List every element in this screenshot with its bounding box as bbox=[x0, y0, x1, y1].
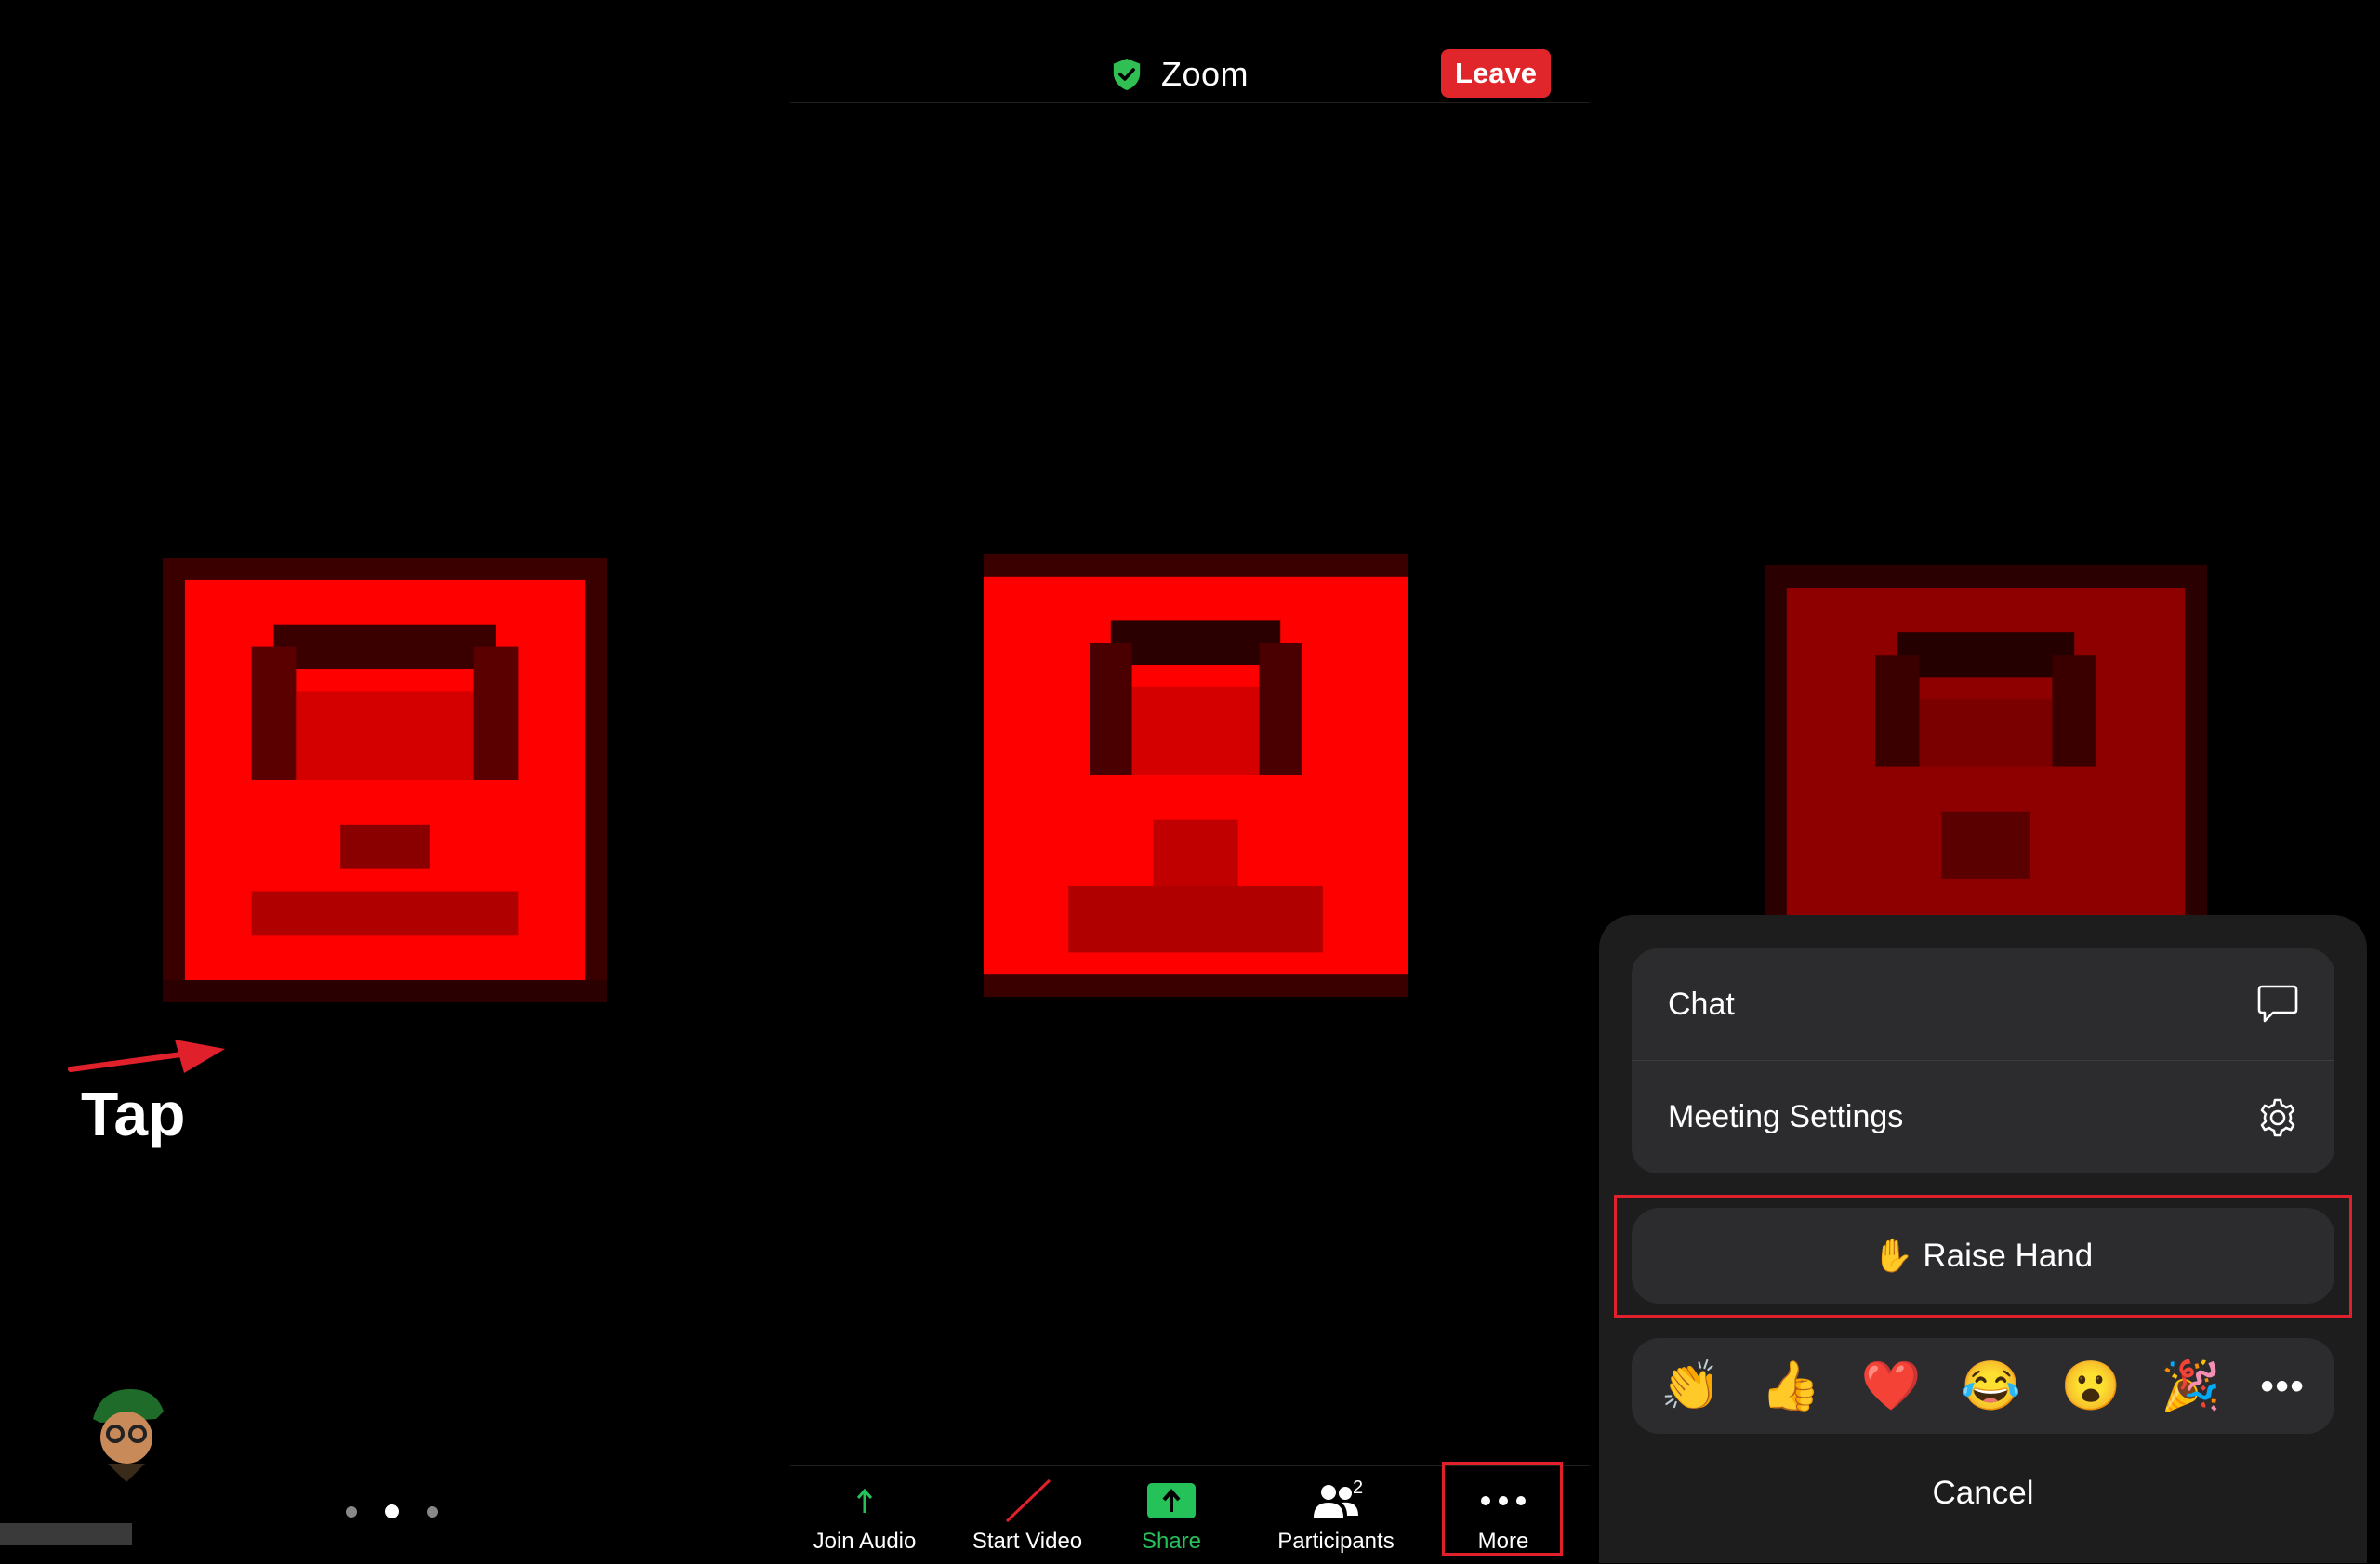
party-reaction-icon[interactable]: 🎉 bbox=[2161, 1362, 2221, 1411]
laugh-reaction-icon[interactable]: 😂 bbox=[1961, 1362, 2021, 1411]
arrow-up-icon bbox=[856, 1488, 873, 1513]
tap-arrow-annotation bbox=[68, 1040, 225, 1073]
join-audio-label: Join Audio bbox=[813, 1529, 917, 1554]
participants-count-badge: 2 bbox=[1353, 1478, 1364, 1498]
surprised-reaction-icon[interactable]: 😮 bbox=[2061, 1362, 2122, 1411]
shield-check-icon bbox=[1113, 59, 1141, 90]
start-video-label: Start Video bbox=[972, 1529, 1083, 1554]
page-dot-active[interactable] bbox=[385, 1504, 399, 1518]
start-video-button[interactable]: Start Video bbox=[967, 1466, 1088, 1564]
logo-icon bbox=[93, 1389, 164, 1482]
tap-annotation-label: Tap bbox=[81, 1080, 186, 1148]
share-button[interactable]: Share bbox=[1125, 1466, 1218, 1564]
share-screen-icon bbox=[1147, 1483, 1196, 1518]
top-bar: Zoom Leave bbox=[790, 0, 1590, 103]
clap-reaction-icon[interactable]: 👏 bbox=[1660, 1362, 1721, 1411]
meeting-title[interactable]: Zoom bbox=[1111, 51, 1249, 98]
video-off-icon bbox=[1005, 1478, 1051, 1523]
participant-video-tile[interactable] bbox=[163, 558, 607, 1002]
thumbs-up-reaction-icon[interactable]: 👍 bbox=[1761, 1362, 1821, 1411]
chat-bubble-icon bbox=[2257, 985, 2298, 1023]
meeting-settings-label: Meeting Settings bbox=[1668, 1099, 1904, 1134]
participants-button[interactable]: 2 Participants bbox=[1271, 1466, 1401, 1564]
page-dot[interactable] bbox=[346, 1505, 357, 1518]
participants-label: Participants bbox=[1277, 1529, 1395, 1554]
heart-reaction-icon[interactable]: ❤️ bbox=[1860, 1362, 1921, 1411]
cancel-button[interactable]: Cancel bbox=[1599, 1467, 2367, 1519]
page-indicator[interactable] bbox=[346, 1504, 438, 1518]
participant-video-tile[interactable] bbox=[984, 554, 1408, 997]
share-label: Share bbox=[1141, 1529, 1202, 1554]
gear-icon bbox=[2260, 1098, 2295, 1136]
leave-button[interactable]: Leave bbox=[1441, 49, 1551, 98]
join-audio-button[interactable]: Join Audio bbox=[809, 1466, 920, 1564]
more-highlight-box bbox=[1442, 1462, 1563, 1556]
chat-label: Chat bbox=[1668, 986, 1735, 1022]
more-reactions-icon[interactable]: ••• bbox=[2261, 1368, 2306, 1405]
page-dot[interactable] bbox=[427, 1505, 438, 1518]
reactions-row: 👏 👍 ❤️ 😂 😮 🎉 ••• bbox=[1632, 1338, 2334, 1434]
meeting-settings-menu-item[interactable]: Meeting Settings bbox=[1632, 1061, 2334, 1173]
watermark-bar bbox=[0, 1523, 132, 1545]
chat-menu-item[interactable]: Chat bbox=[1632, 948, 2334, 1061]
meeting-title-text: Zoom bbox=[1161, 55, 1250, 93]
more-action-sheet: Chat Meeting Settings ✋ Raise Hand 👏 👍 ❤… bbox=[1599, 915, 2367, 1563]
participant-video-tile[interactable] bbox=[1765, 565, 2207, 923]
raise-hand-highlight-box bbox=[1614, 1195, 2352, 1318]
menu-group: Chat Meeting Settings bbox=[1632, 948, 2334, 1173]
